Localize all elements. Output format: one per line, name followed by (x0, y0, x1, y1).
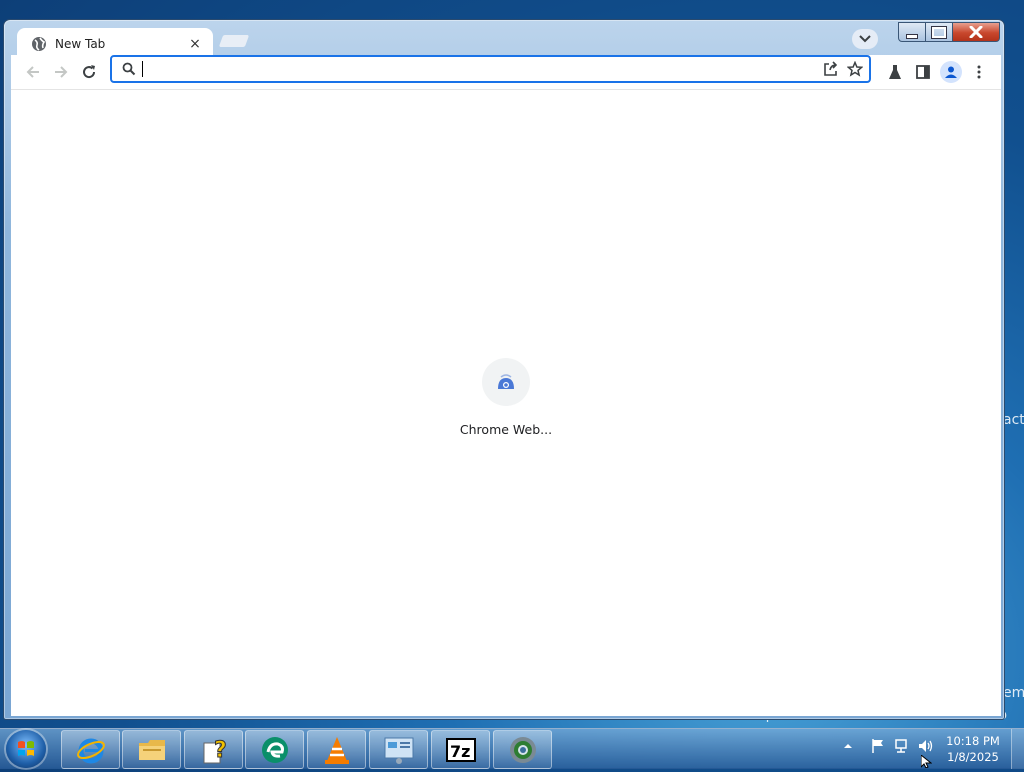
shortcut-label: Chrome Web... (459, 422, 553, 437)
share-icon[interactable] (823, 61, 839, 77)
labs-button[interactable] (881, 58, 909, 86)
shortcut-chrome-web-store[interactable]: Chrome Web... (453, 358, 559, 437)
tab-title: New Tab (55, 37, 106, 51)
side-panel-icon (916, 65, 930, 79)
close-icon (969, 26, 983, 38)
volume-icon[interactable] (917, 737, 935, 755)
flask-icon (889, 65, 901, 79)
taskbar-file-explorer[interactable] (122, 730, 181, 769)
windows-logo-icon (18, 741, 34, 756)
system-tray (843, 737, 935, 755)
window-controls (898, 22, 1000, 42)
clock-time: 10:18 PM (946, 734, 1000, 748)
text-caret (142, 61, 143, 77)
back-button[interactable] (19, 58, 47, 86)
action-center-flag-icon[interactable] (869, 737, 887, 755)
control-panel-icon (384, 737, 413, 764)
taskbar-vlc[interactable] (307, 730, 366, 769)
avatar (940, 61, 962, 83)
address-bar[interactable] (110, 55, 871, 83)
reload-button[interactable] (75, 58, 103, 86)
taskbar-7zip[interactable]: 7z (431, 730, 490, 769)
svg-text:7z: 7z (450, 742, 470, 761)
network-icon[interactable] (893, 737, 911, 755)
side-panel-button[interactable] (909, 58, 937, 86)
bookmark-star-icon[interactable] (847, 61, 863, 77)
desktop-text-fragment: act (1003, 412, 1024, 428)
forward-button[interactable] (47, 58, 75, 86)
reload-icon (83, 65, 96, 79)
show-desktop-button[interactable] (1011, 729, 1024, 769)
new-tab-page: Chrome Web... (11, 89, 1001, 716)
search-icon (122, 62, 136, 76)
taskbar-internet-explorer[interactable] (61, 730, 120, 769)
shortcut-tile (482, 358, 530, 406)
tab-search-button[interactable] (852, 29, 878, 49)
tab-close-button[interactable]: × (187, 36, 203, 52)
address-input[interactable] (151, 61, 823, 77)
chevron-down-icon (859, 35, 871, 43)
person-icon (945, 66, 957, 78)
new-tab-button[interactable] (218, 35, 250, 47)
kebab-menu-icon (977, 65, 981, 79)
minimize-icon (906, 33, 918, 39)
file-explorer-icon (138, 739, 165, 760)
taskbar: ? 7z 10:18 PM 1/8/2025 (0, 728, 1024, 769)
taskbar-help[interactable]: ? (184, 730, 243, 769)
edge-icon (261, 736, 288, 763)
maximize-button[interactable] (926, 22, 953, 42)
vlc-icon (324, 736, 349, 764)
clock-date: 1/8/2025 (947, 750, 999, 764)
globe-icon (32, 37, 46, 51)
taskbar-edge[interactable] (245, 730, 304, 769)
taskbar-chrome-app[interactable] (493, 730, 552, 769)
start-button[interactable] (6, 730, 46, 768)
close-button[interactable] (953, 22, 1000, 42)
help-icon: ? (203, 737, 227, 763)
desktop-text-fragment: em (1003, 685, 1024, 701)
chrome-app-icon (509, 736, 536, 763)
arrow-right-icon (55, 66, 68, 78)
7zip-icon: 7z (445, 737, 476, 762)
taskbar-control-panel[interactable] (369, 730, 428, 769)
profile-button[interactable] (937, 58, 965, 86)
toolbar-right (881, 55, 993, 89)
show-hidden-icons-icon[interactable] (843, 742, 853, 750)
arrow-left-icon (26, 66, 39, 78)
internet-explorer-icon (76, 738, 105, 763)
svg-text:?: ? (214, 738, 227, 763)
chrome-web-store-icon (498, 374, 514, 389)
toolbar (11, 55, 1001, 89)
mouse-cursor-icon (921, 755, 932, 768)
minimize-button[interactable] (898, 22, 926, 42)
menu-button[interactable] (965, 58, 993, 86)
taskbar-clock[interactable]: 10:18 PM 1/8/2025 (938, 733, 1008, 765)
maximize-icon (931, 25, 947, 39)
browser-window: New Tab × Chrome Web... (3, 19, 1005, 720)
